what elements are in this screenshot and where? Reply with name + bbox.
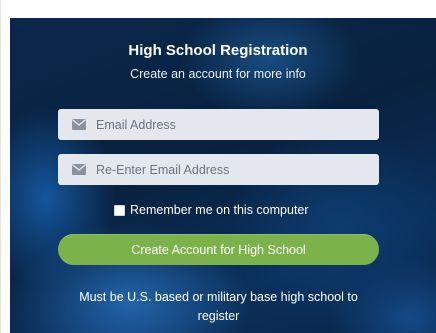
page-edge <box>0 0 436 333</box>
